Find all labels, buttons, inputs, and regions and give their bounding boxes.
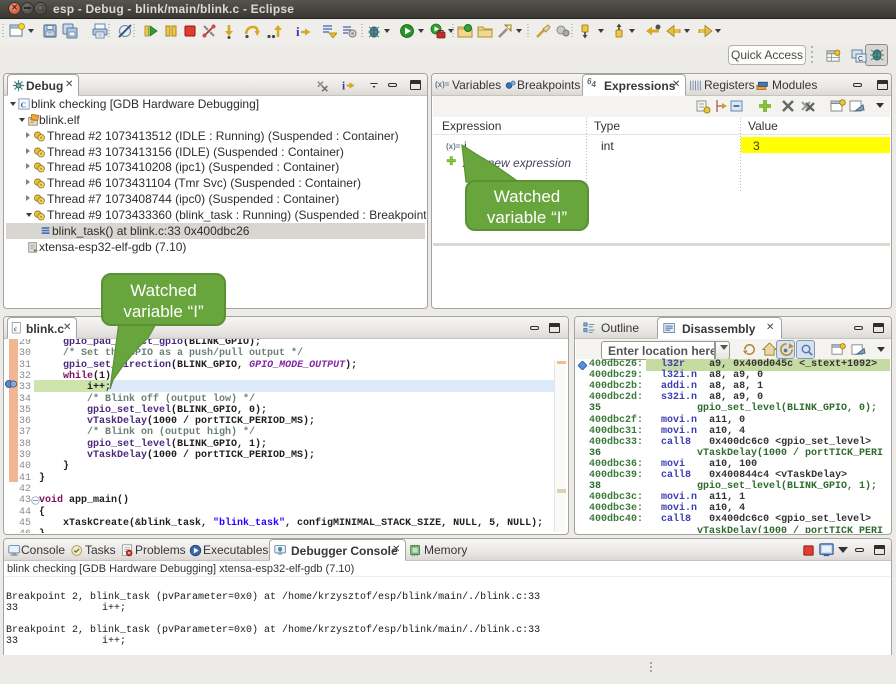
svg-text:i: i <box>296 24 300 39</box>
svg-text:i: i <box>342 80 345 92</box>
svg-text:C: C <box>858 56 863 63</box>
svg-text:C: C <box>21 100 27 109</box>
